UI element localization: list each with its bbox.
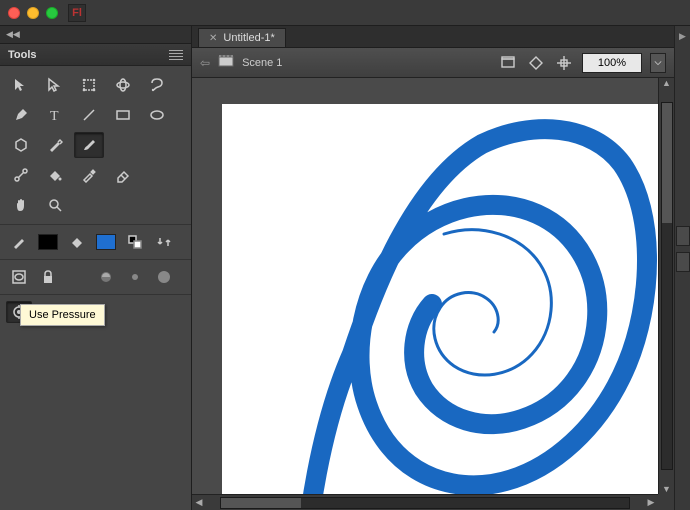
brush-tool[interactable]	[74, 132, 104, 158]
bone-tool[interactable]	[6, 162, 36, 188]
brush-options	[0, 260, 191, 295]
fill-color-icon[interactable]	[64, 231, 90, 253]
stroke-color-icon[interactable]	[6, 231, 32, 253]
lock-fill-toggle[interactable]	[35, 266, 61, 288]
edit-bar-tools: 100%	[498, 53, 666, 73]
polystar-tool[interactable]	[6, 132, 36, 158]
collapsed-panel-2[interactable]	[676, 252, 690, 272]
eraser-tool[interactable]	[108, 162, 138, 188]
v-scroll-thumb[interactable]	[662, 103, 672, 223]
color-controls	[0, 225, 191, 260]
tools-panel-title: Tools	[8, 49, 37, 61]
canvas[interactable]	[222, 104, 666, 510]
tools-panel-header: Tools	[0, 44, 191, 66]
free-transform-tool[interactable]	[74, 72, 104, 98]
document-tab[interactable]: ✕ Untitled-1*	[198, 28, 286, 47]
zoom-window-button[interactable]	[46, 7, 58, 19]
panel-collapse-bar[interactable]: ◀◀	[0, 26, 191, 44]
vertical-scrollbar[interactable]: ▲ ▼	[658, 78, 674, 494]
spacer	[108, 132, 138, 158]
swap-colors-icon[interactable]	[151, 231, 177, 253]
edit-bar: ⇦ Scene 1 100%	[192, 48, 674, 78]
subselection-tool[interactable]	[40, 72, 70, 98]
drawing	[222, 104, 666, 510]
scroll-down-icon[interactable]: ▼	[660, 484, 674, 494]
brush-size-large-icon[interactable]	[151, 266, 177, 288]
paint-bucket-tool[interactable]	[40, 162, 70, 188]
scene-icon	[218, 54, 234, 71]
h-scroll-thumb[interactable]	[221, 498, 301, 508]
window-controls	[8, 7, 58, 19]
stage[interactable]: ▲ ▼ ◀ ▶	[192, 78, 674, 510]
tool-grid-main: T	[0, 66, 191, 225]
tools-panel: ◀◀ Tools T	[0, 26, 192, 510]
right-dock-strip: ▶	[674, 26, 690, 510]
zoom-dropdown-icon[interactable]	[650, 53, 666, 73]
scroll-corner	[658, 494, 674, 510]
minimize-window-button[interactable]	[27, 7, 39, 19]
stroke-color-swatch[interactable]	[35, 231, 61, 253]
expand-dock-icon[interactable]: ▶	[675, 26, 690, 46]
object-drawing-toggle[interactable]	[6, 266, 32, 288]
scroll-right-icon[interactable]: ▶	[644, 497, 658, 508]
selection-tool[interactable]	[6, 72, 36, 98]
svg-text:T: T	[50, 109, 59, 123]
edit-symbol-icon[interactable]	[526, 53, 546, 73]
eyedropper-tool[interactable]	[74, 162, 104, 188]
line-tool[interactable]	[74, 102, 104, 128]
scene-label[interactable]: Scene 1	[242, 57, 282, 69]
text-tool[interactable]: T	[40, 102, 70, 128]
edit-scene-icon[interactable]	[498, 53, 518, 73]
back-arrow-icon[interactable]: ⇦	[200, 56, 210, 70]
brush-size-small-icon[interactable]	[122, 266, 148, 288]
close-tab-icon[interactable]: ✕	[209, 33, 217, 44]
titlebar: Fl	[0, 0, 690, 26]
close-window-button[interactable]	[8, 7, 20, 19]
brush-mode-icon[interactable]	[93, 266, 119, 288]
horizontal-scrollbar[interactable]: ◀ ▶	[192, 494, 658, 510]
document-tabs: ✕ Untitled-1*	[192, 26, 674, 48]
scroll-left-icon[interactable]: ◀	[192, 497, 206, 508]
pen-tool[interactable]	[6, 102, 36, 128]
zoom-field[interactable]: 100%	[582, 53, 642, 73]
oval-tool[interactable]	[142, 102, 172, 128]
v-scroll-track[interactable]	[661, 102, 673, 470]
app-logo: Fl	[68, 4, 86, 22]
zoom-tool[interactable]	[40, 192, 70, 218]
hand-tool[interactable]	[6, 192, 36, 218]
spacer	[64, 266, 90, 288]
pencil-tool[interactable]	[40, 132, 70, 158]
rectangle-tool[interactable]	[108, 102, 138, 128]
collapse-icon: ◀◀	[6, 29, 20, 40]
document-area: ✕ Untitled-1* ⇦ Scene 1 100%	[192, 26, 674, 510]
collapsed-panel-1[interactable]	[676, 226, 690, 246]
3d-rotation-tool[interactable]	[108, 72, 138, 98]
spacer	[142, 132, 172, 158]
tooltip: Use Pressure	[20, 304, 105, 326]
panel-menu-icon[interactable]	[169, 50, 183, 60]
default-colors-icon[interactable]	[122, 231, 148, 253]
lasso-tool[interactable]	[142, 72, 172, 98]
h-scroll-track[interactable]	[220, 497, 630, 509]
scene-breadcrumb: ⇦ Scene 1	[200, 54, 490, 71]
workspace: ◀◀ Tools T	[0, 26, 690, 510]
spacer	[142, 162, 172, 188]
center-stage-icon[interactable]	[554, 53, 574, 73]
scroll-up-icon[interactable]: ▲	[660, 78, 674, 88]
document-tab-label: Untitled-1*	[223, 32, 274, 44]
fill-color-swatch[interactable]	[93, 231, 119, 253]
